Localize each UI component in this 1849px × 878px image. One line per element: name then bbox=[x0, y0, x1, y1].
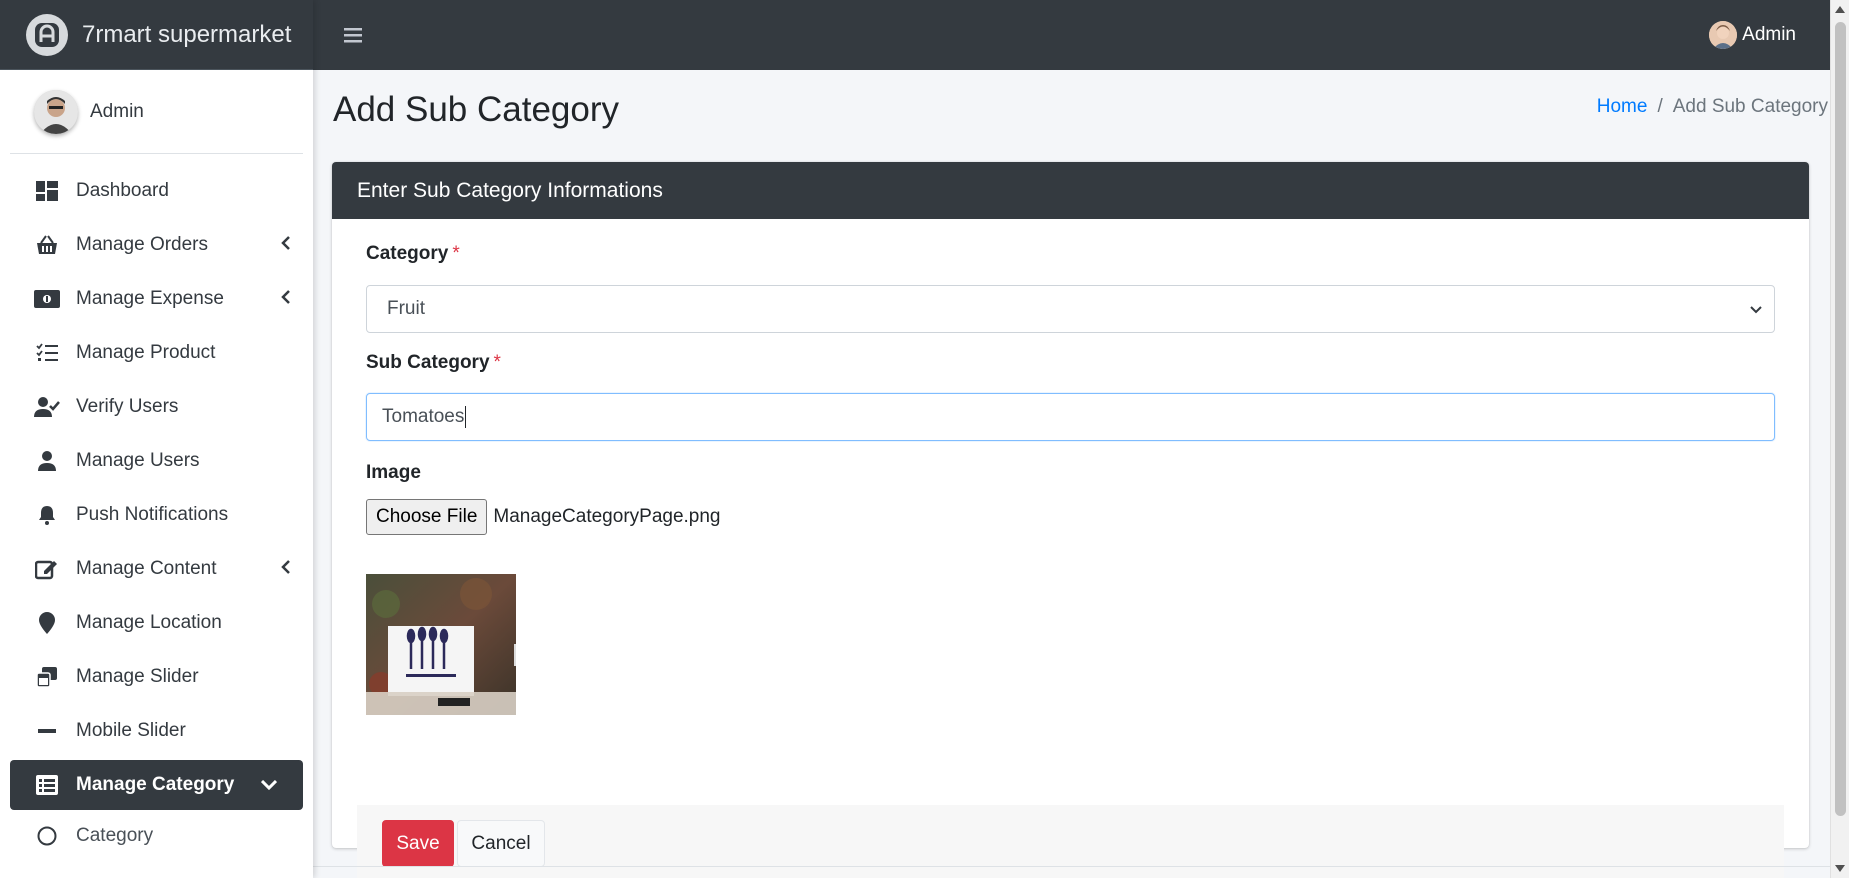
money-icon bbox=[34, 286, 60, 312]
sidebar-item-label: Mobile Slider bbox=[76, 720, 186, 741]
brand-name: 7rmart supermarket bbox=[82, 20, 292, 48]
top-user-name: Admin bbox=[1742, 24, 1796, 45]
subcategory-label: Sub Category * bbox=[366, 352, 501, 374]
sidebar-item-manage-location[interactable]: Manage Location bbox=[10, 596, 303, 650]
sidebar-item-label: Manage Orders bbox=[76, 234, 209, 255]
sidebar-item-label: Manage Users bbox=[76, 450, 200, 471]
breadcrumb-separator: / bbox=[1657, 96, 1663, 117]
save-button[interactable]: Save bbox=[382, 820, 454, 867]
sidebar-item-label: Manage Category bbox=[76, 774, 235, 795]
edit-icon bbox=[34, 556, 60, 582]
brand-link[interactable]: 7rmart supermarket bbox=[0, 0, 313, 70]
sidebar-item-push-notifications[interactable]: Push Notifications bbox=[10, 488, 303, 542]
breadcrumb-home-link[interactable]: Home bbox=[1597, 96, 1648, 118]
text-cursor bbox=[465, 406, 467, 428]
bell-icon bbox=[34, 502, 60, 528]
category-selected-value: Fruit bbox=[387, 298, 425, 319]
required-mark: * bbox=[452, 243, 460, 264]
image-preview bbox=[366, 574, 516, 715]
cancel-button[interactable]: Cancel bbox=[457, 820, 545, 867]
dashboard-icon bbox=[34, 178, 60, 204]
sidebar-item-label: Category bbox=[76, 825, 154, 846]
circle-icon bbox=[34, 823, 60, 849]
user-panel: Admin bbox=[10, 70, 303, 154]
sidebar: 7rmart supermarket Admin Dashboard Manag… bbox=[0, 0, 313, 878]
category-select[interactable]: Fruit bbox=[366, 285, 1775, 333]
scroll-down-arrow-icon[interactable] bbox=[1835, 865, 1845, 872]
card-header: Enter Sub Category Informations bbox=[332, 162, 1809, 219]
sidebar-item-label: Manage Expense bbox=[76, 288, 224, 309]
list-icon bbox=[34, 772, 60, 798]
top-navbar: Admin bbox=[313, 0, 1830, 70]
scrollbar-thumb[interactable] bbox=[1835, 22, 1846, 816]
page-scrollbar[interactable] bbox=[1830, 0, 1849, 878]
breadcrumb-current: Add Sub Category bbox=[1672, 96, 1828, 117]
breadcrumb: Home / Add Sub Category bbox=[1597, 96, 1828, 118]
sidebar-item-manage-category[interactable]: Manage Category bbox=[10, 760, 303, 810]
subcategory-label-text: Sub Category bbox=[366, 352, 490, 373]
sidebar-item-manage-expense[interactable]: Manage Expense bbox=[10, 272, 303, 326]
sidebar-item-label: Dashboard bbox=[76, 180, 169, 201]
window-restore-icon bbox=[34, 664, 60, 690]
sidebar-item-manage-orders[interactable]: Manage Orders bbox=[10, 218, 303, 272]
sidebar-item-manage-product[interactable]: Manage Product bbox=[10, 326, 303, 380]
scroll-up-arrow-icon[interactable] bbox=[1835, 6, 1845, 13]
sidebar-item-category[interactable]: Category bbox=[10, 810, 303, 862]
sidebar-item-label: Push Notifications bbox=[76, 504, 229, 525]
subcategory-form-card: Enter Sub Category Informations Category… bbox=[332, 162, 1809, 878]
chevron-down-icon bbox=[1750, 298, 1762, 320]
chevron-left-icon bbox=[281, 288, 291, 310]
card-footer: Save Cancel bbox=[357, 805, 1784, 878]
main-content: Add Sub Category Home / Add Sub Category… bbox=[313, 70, 1830, 878]
sidebar-item-label: Verify Users bbox=[76, 396, 179, 417]
map-marker-icon bbox=[34, 610, 60, 636]
brand-logo-icon bbox=[26, 13, 68, 56]
sidebar-item-label: Manage Content bbox=[76, 558, 217, 579]
sidebar-item-dashboard[interactable]: Dashboard bbox=[10, 164, 303, 218]
footer-divider bbox=[313, 866, 1830, 867]
user-name[interactable]: Admin bbox=[90, 101, 144, 123]
sidebar-item-verify-users[interactable]: Verify Users bbox=[10, 380, 303, 434]
user-avatar bbox=[34, 89, 78, 134]
chevron-left-icon bbox=[281, 558, 291, 580]
top-user-menu[interactable]: Admin bbox=[1709, 0, 1796, 70]
sidebar-item-manage-users[interactable]: Manage Users bbox=[10, 434, 303, 488]
chevron-down-icon bbox=[260, 774, 278, 796]
menu-toggle-icon[interactable] bbox=[341, 23, 365, 47]
user-check-icon bbox=[34, 394, 60, 420]
sidebar-item-label: Manage Slider bbox=[76, 666, 199, 687]
top-user-avatar bbox=[1709, 21, 1738, 49]
sidebar-item-manage-slider[interactable]: Manage Slider bbox=[10, 650, 303, 704]
selected-file-name: ManageCategoryPage.png bbox=[493, 506, 721, 527]
choose-file-button[interactable]: Choose File bbox=[366, 499, 488, 535]
basket-icon bbox=[34, 232, 60, 258]
image-label: Image bbox=[366, 462, 421, 483]
page-title: Add Sub Category bbox=[333, 90, 620, 129]
sidebar-item-label: Manage Location bbox=[76, 612, 222, 633]
sidebar-item-manage-content[interactable]: Manage Content bbox=[10, 542, 303, 596]
category-label-text: Category bbox=[366, 243, 449, 264]
image-file-input[interactable]: Choose File ManageCategoryPage.png bbox=[366, 499, 721, 535]
required-mark: * bbox=[493, 352, 501, 373]
sidebar-item-mobile-slider[interactable]: Mobile Slider bbox=[10, 704, 303, 758]
user-icon bbox=[34, 448, 60, 474]
category-label: Category * bbox=[366, 243, 460, 265]
subcategory-input-value: Tomatoes bbox=[382, 406, 465, 427]
subcategory-input[interactable]: Tomatoes bbox=[366, 393, 1775, 441]
sidebar-item-label: Manage Product bbox=[76, 342, 216, 363]
minus-icon bbox=[34, 718, 60, 744]
checklist-icon bbox=[34, 340, 60, 366]
chevron-left-icon bbox=[281, 234, 291, 256]
sidebar-nav: Dashboard Manage Orders Manage Expense M… bbox=[0, 154, 313, 862]
